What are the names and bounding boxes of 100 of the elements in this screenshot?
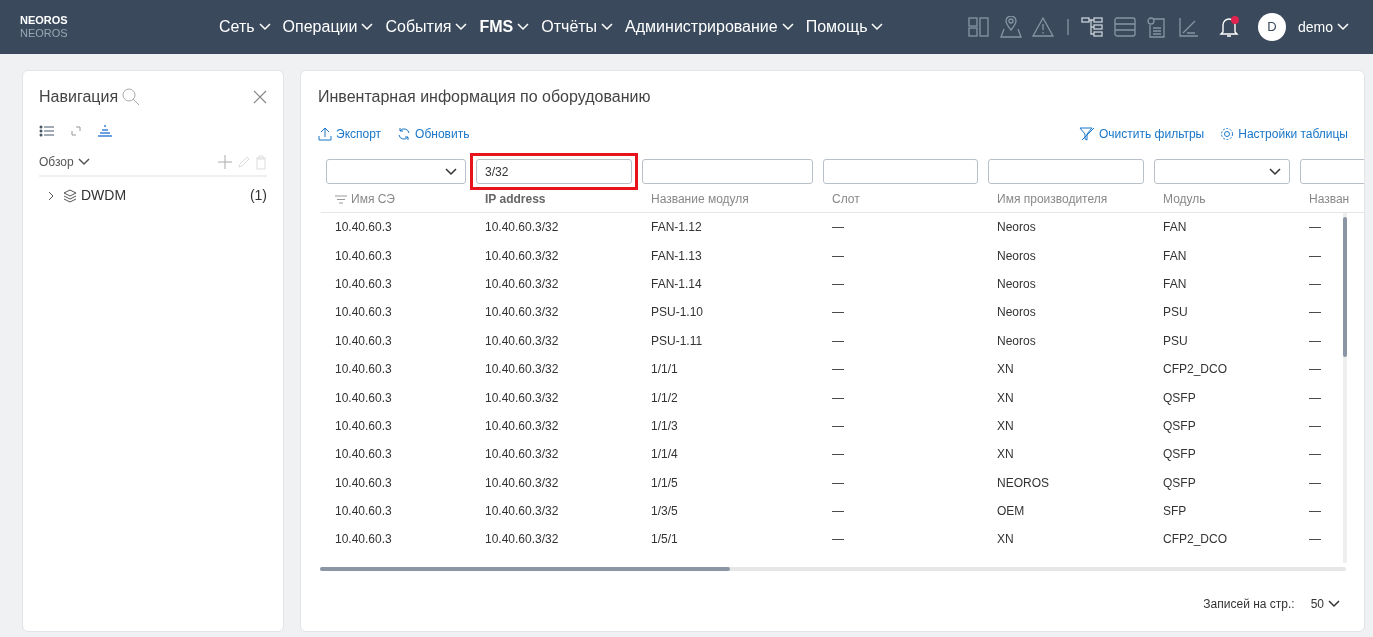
table-cell-text: QSFP	[1162, 389, 1197, 407]
refresh-icon	[397, 127, 412, 141]
menu-item[interactable]: FMS	[475, 15, 534, 39]
table-cell-text: FAN-1.13	[650, 247, 703, 265]
table-cell-text: 10.40.60.3/32	[484, 361, 560, 379]
chevron-down-icon	[1328, 600, 1340, 608]
column-label: Имя СЭ	[351, 191, 395, 208]
table-cell-text: —	[1308, 275, 1322, 293]
table-cell-text: —	[1308, 361, 1322, 379]
table-cell-text: 10.40.60.3/32	[484, 503, 560, 521]
menu-item[interactable]: Операции	[278, 15, 378, 39]
table-cell-text: 10.40.60.3	[334, 474, 393, 492]
filter-field[interactable]: 3/32	[476, 159, 632, 184]
vertical-scrollbar[interactable]	[1343, 213, 1347, 563]
column-header[interactable]: Назван	[1295, 184, 1364, 212]
horizontal-scrollbar[interactable]	[320, 567, 1346, 571]
table-cell-text: —	[831, 275, 845, 293]
table-cell-text: FAN	[1162, 219, 1188, 237]
plus-icon[interactable]	[217, 154, 233, 170]
table-cell-text: 10.40.60.3	[334, 389, 393, 407]
table-cell-text: —	[1308, 332, 1322, 350]
expand-icon[interactable]	[71, 126, 81, 136]
table-cell-text: FAN-1.12	[650, 219, 703, 237]
filter-select[interactable]	[1154, 159, 1290, 184]
table-cell-text: CFP2_DCO	[1162, 361, 1228, 379]
search-icon[interactable]	[122, 88, 141, 106]
column-label: IP address	[485, 191, 546, 208]
action-link[interactable]: Обновить	[397, 125, 470, 143]
table-cell-text: XN	[996, 389, 1015, 407]
table-cell-text: —	[1308, 531, 1322, 549]
map-pin-icon[interactable]	[999, 16, 1024, 38]
menu-item[interactable]: Администрирование	[621, 15, 798, 39]
table-cell-text: —	[1308, 474, 1322, 492]
warning-icon[interactable]	[1031, 16, 1056, 38]
column-header[interactable]: IP address	[471, 184, 637, 212]
column-header[interactable]: Модуль	[1149, 184, 1295, 212]
menu-item[interactable]: Помощь	[801, 15, 888, 39]
table-cell-text: 10.40.60.3	[334, 275, 393, 293]
table-cell-text: —	[1308, 304, 1322, 322]
table-cell-text: —	[1308, 219, 1322, 237]
table-cell-text: —	[831, 531, 845, 549]
table-cell-text: 10.40.60.3/32	[484, 531, 560, 549]
tree-item[interactable]: DWDM	[81, 185, 127, 206]
column-header[interactable]: Имя производителя	[983, 184, 1149, 212]
table-cell-text: —	[831, 474, 845, 492]
user-avatar[interactable]: D	[1257, 13, 1286, 41]
table-cell-text: 10.40.60.3/32	[484, 247, 560, 265]
list-icon[interactable]	[39, 125, 55, 137]
page-size-dropdown[interactable]: 50	[1310, 595, 1340, 613]
filter-field[interactable]	[642, 159, 813, 184]
table-cell-text: —	[831, 361, 845, 379]
menu-item[interactable]: Сеть	[215, 15, 275, 39]
action-link[interactable]: Очистить фильтры	[1079, 125, 1205, 143]
chevron-down-icon	[871, 23, 884, 31]
table-cell-text: —	[1308, 417, 1322, 435]
chevron-down-icon	[361, 23, 374, 31]
table-cell-text: 1/1/2	[650, 389, 679, 407]
pencil-icon[interactable]	[237, 155, 251, 169]
panel-title: Навигация	[39, 87, 119, 107]
table-cell-text: PSU-1.10	[650, 304, 705, 322]
view-dropdown[interactable]: Обзор	[39, 153, 90, 171]
tree-icon[interactable]	[1081, 16, 1106, 38]
table-cell-text: —	[1308, 247, 1322, 265]
hierarchy-icon[interactable]	[97, 125, 113, 137]
action-link[interactable]: Настройки таблицы	[1220, 125, 1348, 143]
chevron-right-icon[interactable]	[47, 190, 55, 201]
filter-field[interactable]	[988, 159, 1144, 184]
table-cell-text: PSU	[1162, 304, 1189, 322]
table-cell-text: —	[1308, 503, 1322, 521]
chevron-down-icon	[455, 23, 468, 31]
layout-icon[interactable]	[967, 16, 992, 38]
chevron-down-icon	[781, 23, 794, 31]
close-icon[interactable]	[253, 90, 267, 104]
user-menu[interactable]: demo	[1293, 16, 1353, 38]
table-cell-text: 10.40.60.3/32	[484, 446, 560, 464]
brand-subtitle: NEOROS	[20, 27, 69, 40]
table-cell-text: 10.40.60.3/32	[484, 474, 560, 492]
menu-item[interactable]: События	[381, 15, 472, 39]
clear-filter-icon	[1079, 126, 1095, 142]
gear-icon	[1220, 127, 1235, 141]
column-header[interactable]: Имя СЭ	[321, 184, 471, 212]
table-cell-text: Neoros	[996, 219, 1037, 237]
table-cell-text: —	[1308, 446, 1322, 464]
server-icon[interactable]	[1113, 16, 1138, 38]
page-size-label: Записей на стр.:	[1203, 596, 1295, 613]
action-link[interactable]: Экспорт	[318, 125, 382, 143]
menu-item[interactable]: Отчёты	[537, 15, 618, 39]
filter-select[interactable]	[326, 159, 466, 184]
table-cell-text: 10.40.60.3	[334, 503, 393, 521]
upload-icon	[318, 127, 332, 141]
table-cell-text: 10.40.60.3	[334, 332, 393, 350]
table-cell-text: XN	[996, 531, 1015, 549]
panel-title: Инвентарная информация по оборудованию	[318, 87, 652, 107]
filter-field[interactable]	[823, 159, 978, 184]
table-cell-text: 1/5/1	[650, 531, 679, 549]
column-header[interactable]: Название модуля	[637, 184, 818, 212]
column-header[interactable]: Слот	[818, 184, 983, 212]
chevron-down-icon	[1337, 23, 1349, 31]
table-cell-text: PSU-1.11	[650, 332, 704, 350]
table-cell-text: —	[831, 219, 845, 237]
